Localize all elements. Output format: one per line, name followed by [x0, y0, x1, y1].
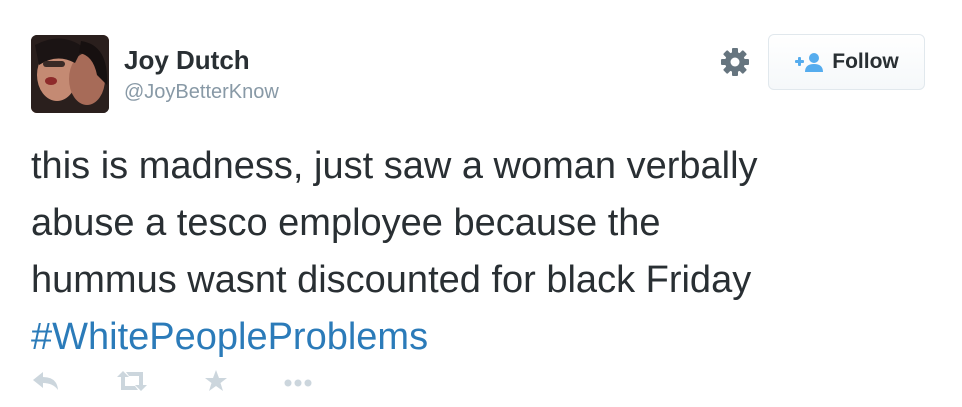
gear-icon[interactable] [719, 46, 751, 78]
tweet-text: this is madness, just saw a woman verbal… [31, 138, 931, 366]
favorite-icon[interactable] [203, 368, 229, 394]
tweet-text-line: abuse a tesco employee because the [31, 202, 661, 244]
retweet-icon[interactable] [115, 368, 149, 394]
display-name[interactable]: Joy Dutch [124, 45, 250, 76]
avatar[interactable] [31, 35, 109, 113]
tweet-text-line: hummus wasnt discounted for black Friday [31, 259, 752, 301]
follow-button-label: Follow [832, 50, 899, 73]
tweet-text-line: this is madness, just saw a woman verbal… [31, 145, 758, 187]
reply-icon[interactable] [31, 368, 61, 394]
hashtag-link[interactable]: #WhitePeopleProblems [31, 309, 931, 366]
add-user-icon [795, 53, 824, 72]
more-icon[interactable] [283, 368, 313, 394]
user-handle[interactable]: @JoyBetterKnow [124, 81, 279, 104]
follow-button[interactable]: Follow [768, 34, 925, 90]
tweet-card: Joy Dutch @JoyBetterKnow Follow this is … [0, 0, 962, 407]
